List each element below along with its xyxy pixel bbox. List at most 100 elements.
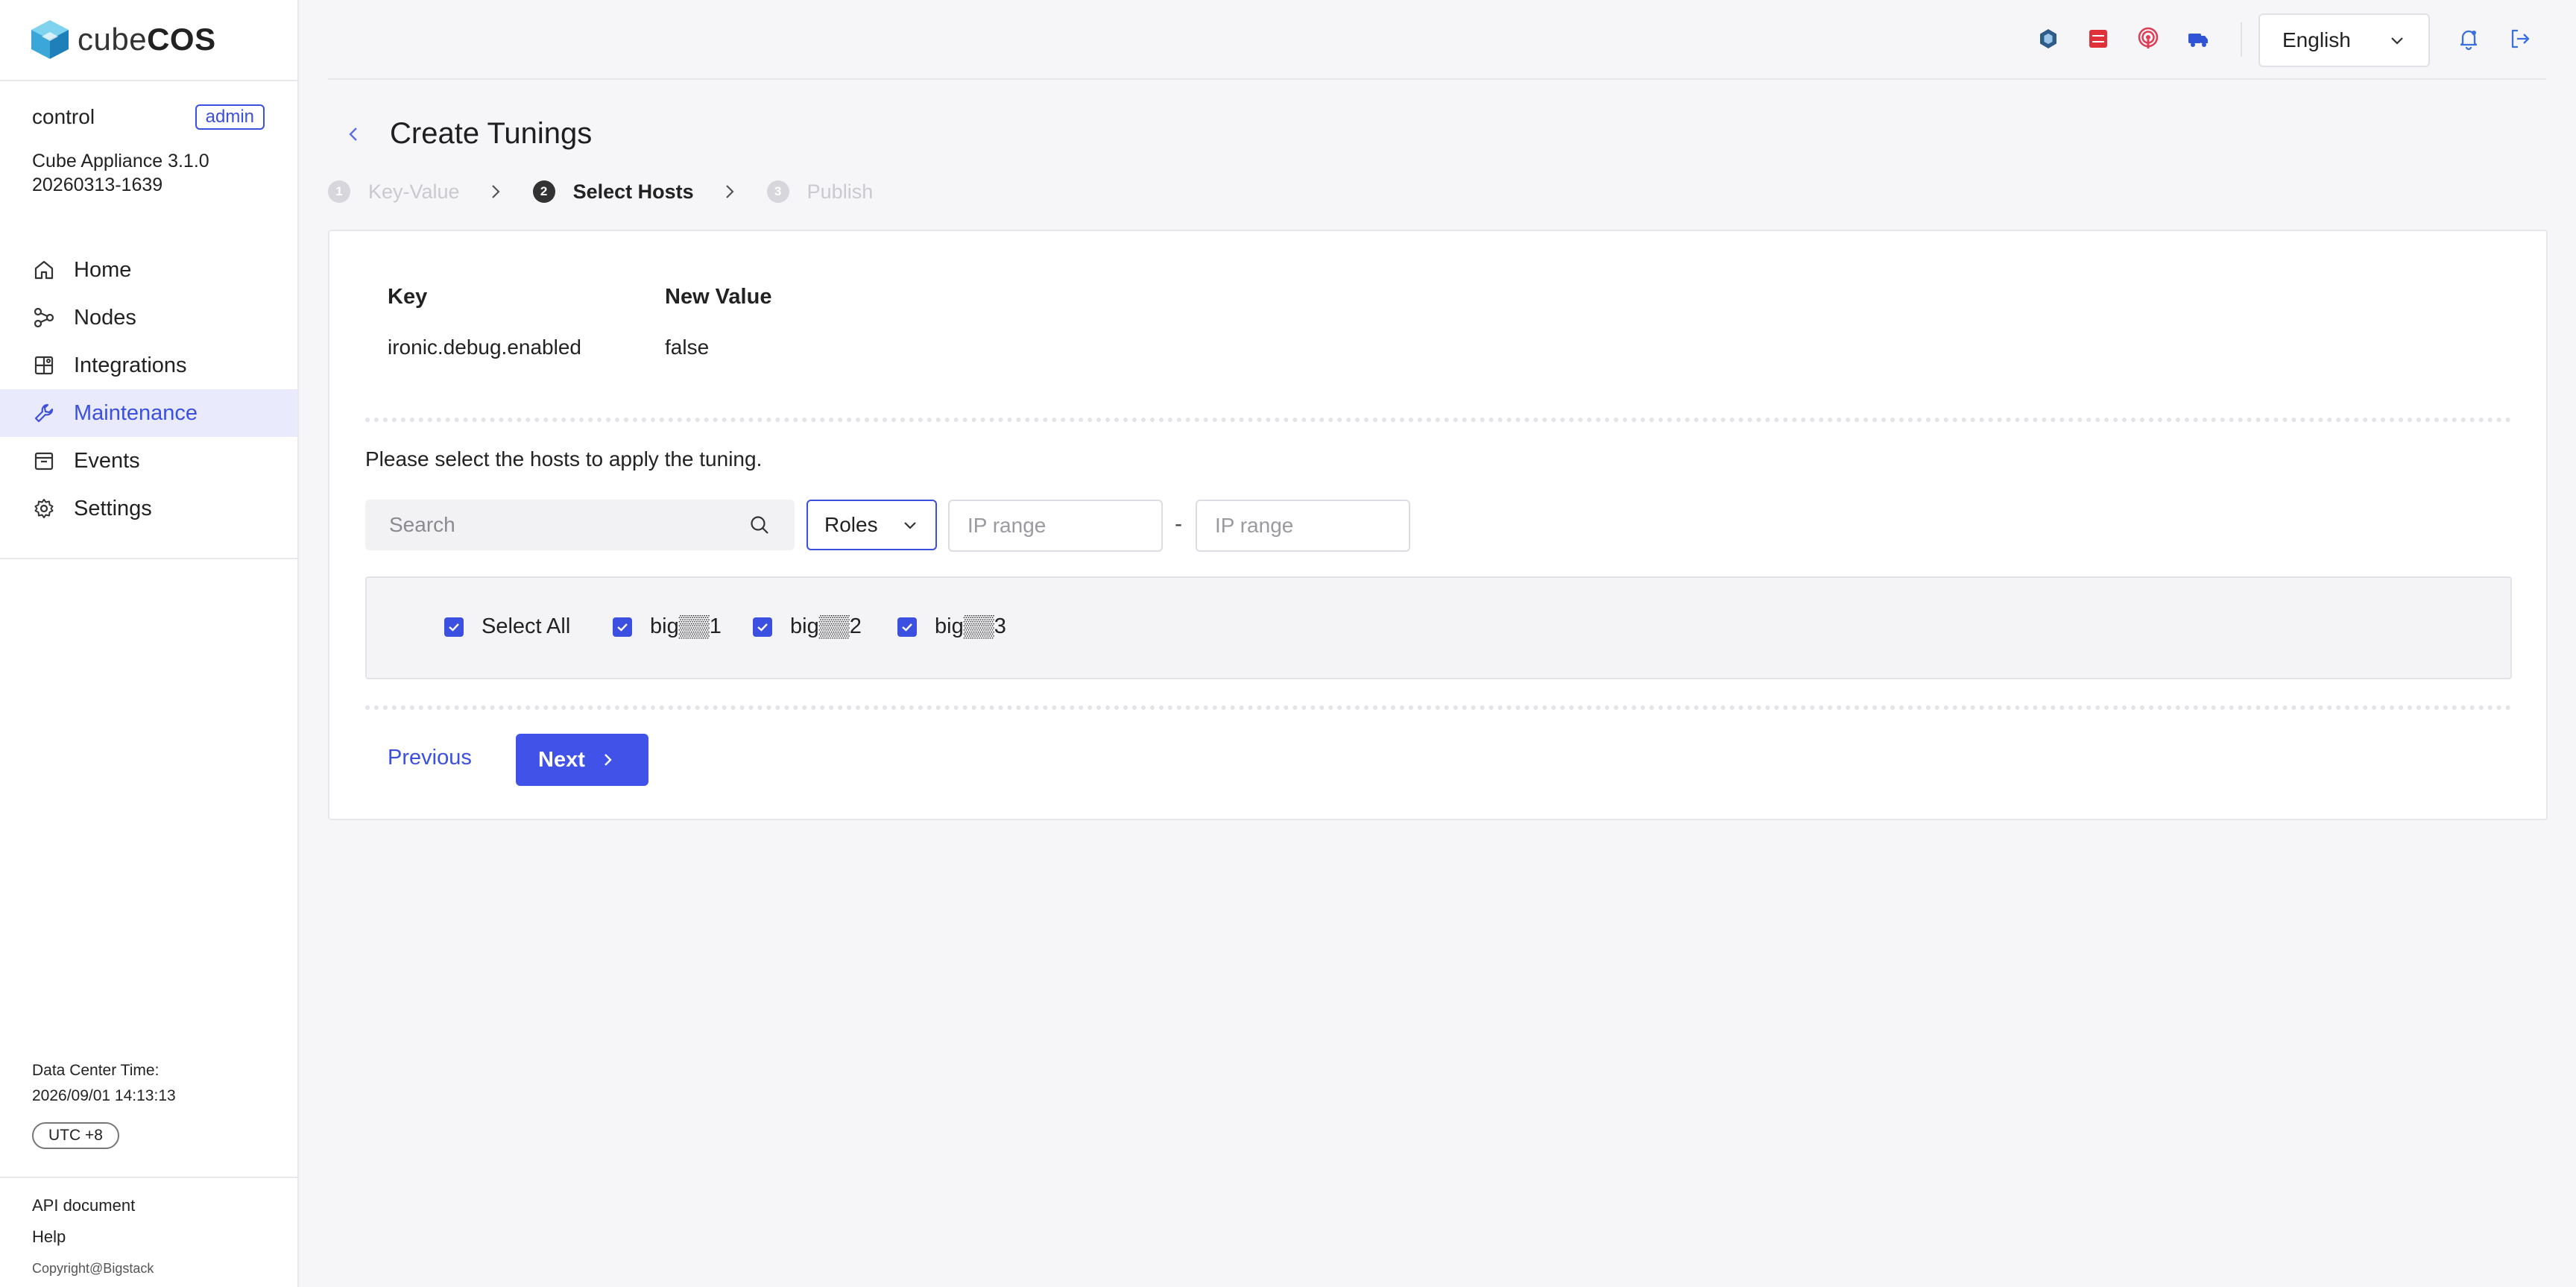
bell-icon[interactable] bbox=[2455, 25, 2482, 52]
user-name: control bbox=[32, 105, 95, 128]
integrations-icon bbox=[32, 353, 56, 377]
home-icon bbox=[32, 258, 56, 282]
checkbox-checked[interactable] bbox=[613, 617, 632, 637]
host-checkbox[interactable]: big▒▒2 bbox=[753, 614, 862, 639]
tuning-card: Key New Value ironic.debug.enabled false… bbox=[328, 230, 2548, 820]
step-label: Key-Value bbox=[368, 180, 460, 203]
logout-icon[interactable] bbox=[2507, 25, 2534, 52]
check-icon bbox=[449, 623, 459, 632]
previous-button[interactable]: Previous bbox=[388, 746, 472, 770]
next-button[interactable]: Next bbox=[516, 734, 648, 786]
sidebar-item-settings[interactable]: Settings bbox=[0, 485, 297, 532]
check-icon bbox=[902, 623, 912, 632]
chevron-down-icon bbox=[2391, 37, 2403, 45]
sidebar-item-maintenance[interactable]: Maintenance bbox=[0, 389, 297, 437]
checkbox-checked[interactable] bbox=[897, 617, 917, 637]
step-publish: 3 Publish bbox=[766, 180, 874, 204]
truck-icon[interactable] bbox=[2185, 25, 2212, 52]
events-icon bbox=[32, 449, 56, 473]
sidebar: cubeCOS control admin Cube Appliance 3.1… bbox=[0, 0, 299, 1287]
header-divider bbox=[328, 78, 2546, 80]
sidebar-item-integrations[interactable]: Integrations bbox=[0, 342, 297, 389]
datacenter-time-value: 2026/09/01 14:13:13 bbox=[32, 1087, 176, 1104]
appliance-version: Cube Appliance 3.1.0 20260313-1639 bbox=[32, 149, 209, 197]
chevron-right-icon bbox=[722, 180, 739, 203]
next-button-label: Next bbox=[538, 747, 585, 772]
ip-range-to-input[interactable] bbox=[1196, 500, 1410, 552]
sidebar-item-label: Home bbox=[74, 257, 132, 282]
roles-select-value: Roles bbox=[824, 513, 878, 536]
sidebar-nav: Home Nodes Integrations Maintenance Even… bbox=[0, 246, 297, 532]
step-select-hosts: 2 Select Hosts bbox=[532, 180, 694, 204]
step-number: 3 bbox=[766, 180, 789, 203]
host-checkbox-group: Select All big▒▒1 big▒▒2 big▒▒3 bbox=[365, 576, 2512, 679]
step-label: Select Hosts bbox=[572, 180, 694, 203]
roles-select[interactable]: Roles bbox=[806, 500, 937, 550]
sidebar-divider bbox=[0, 80, 297, 81]
sidebar-item-label: Settings bbox=[74, 496, 152, 520]
cube-logo-icon bbox=[31, 20, 69, 59]
chevron-left-icon bbox=[349, 128, 357, 141]
checkbox-checked[interactable] bbox=[753, 617, 772, 637]
sidebar-item-label: Integrations bbox=[74, 353, 187, 377]
section-divider bbox=[365, 705, 2512, 710]
terminal-icon[interactable] bbox=[2085, 25, 2112, 52]
tuning-value: false bbox=[665, 336, 710, 359]
host-selection-instruction: Please select the hosts to apply the tun… bbox=[365, 447, 763, 471]
api-document-link[interactable]: API document bbox=[32, 1196, 135, 1215]
brand-name: cubeCOS bbox=[78, 22, 216, 57]
host-checkbox[interactable]: big▒▒1 bbox=[613, 614, 722, 639]
search-input[interactable] bbox=[389, 513, 717, 537]
chevron-right-icon bbox=[488, 180, 505, 203]
check-icon bbox=[617, 623, 628, 632]
sidebar-divider bbox=[0, 1177, 297, 1178]
ip-range-from-input[interactable] bbox=[948, 500, 1163, 552]
checkbox-label: big▒▒1 bbox=[650, 614, 722, 638]
step-label: Publish bbox=[806, 180, 874, 203]
sidebar-item-label: Events bbox=[74, 448, 140, 473]
back-button[interactable] bbox=[341, 119, 365, 149]
appliance-version-text: Cube Appliance 3.1.0 bbox=[32, 151, 209, 172]
gear-icon bbox=[32, 497, 56, 520]
step-number: 2 bbox=[532, 180, 555, 203]
search-icon[interactable] bbox=[748, 514, 771, 536]
tuning-key: ironic.debug.enabled bbox=[388, 336, 581, 359]
select-all-checkbox[interactable]: Select All bbox=[444, 614, 570, 639]
checkbox-label: big▒▒3 bbox=[935, 614, 1006, 638]
host-checkbox[interactable]: big▒▒3 bbox=[897, 614, 1006, 639]
key-column-header: Key bbox=[388, 285, 428, 309]
chevron-down-icon bbox=[904, 522, 916, 529]
role-badge: admin bbox=[195, 104, 265, 130]
host-search bbox=[365, 500, 795, 550]
user-info: control admin bbox=[32, 104, 265, 130]
checkbox-label: big▒▒2 bbox=[790, 614, 862, 638]
broadcast-icon[interactable] bbox=[2135, 25, 2162, 52]
nodes-icon bbox=[32, 306, 56, 330]
sidebar-item-label: Nodes bbox=[74, 305, 136, 330]
check-icon bbox=[757, 623, 768, 632]
hexagon-icon[interactable] bbox=[2035, 25, 2062, 52]
step-key-value: 1 Key-Value bbox=[328, 180, 460, 204]
sidebar-divider bbox=[0, 558, 297, 559]
section-divider bbox=[365, 418, 2512, 422]
timezone-badge[interactable]: UTC +8 bbox=[32, 1122, 119, 1149]
sidebar-item-nodes[interactable]: Nodes bbox=[0, 294, 297, 342]
brand-logo[interactable]: cubeCOS bbox=[30, 18, 216, 61]
step-number: 1 bbox=[328, 180, 350, 203]
sidebar-item-home[interactable]: Home bbox=[0, 246, 297, 294]
datacenter-time-label: Data Center Time: bbox=[32, 1062, 160, 1079]
header-separator bbox=[2241, 22, 2242, 57]
sidebar-item-label: Maintenance bbox=[74, 400, 198, 425]
help-link[interactable]: Help bbox=[32, 1227, 66, 1247]
maintenance-icon bbox=[32, 401, 56, 425]
new-value-column-header: New Value bbox=[665, 285, 772, 309]
checkbox-label: Select All bbox=[482, 614, 571, 638]
language-select[interactable]: English bbox=[2258, 13, 2430, 67]
chevron-right-icon bbox=[604, 754, 612, 766]
copyright-text: Copyright@Bigstack bbox=[32, 1261, 154, 1276]
appliance-build-text: 20260313-1639 bbox=[32, 174, 163, 195]
checkbox-checked[interactable] bbox=[444, 617, 464, 637]
ip-range-separator: - bbox=[1175, 512, 1182, 536]
language-value: English bbox=[2282, 28, 2351, 51]
sidebar-item-events[interactable]: Events bbox=[0, 437, 297, 485]
